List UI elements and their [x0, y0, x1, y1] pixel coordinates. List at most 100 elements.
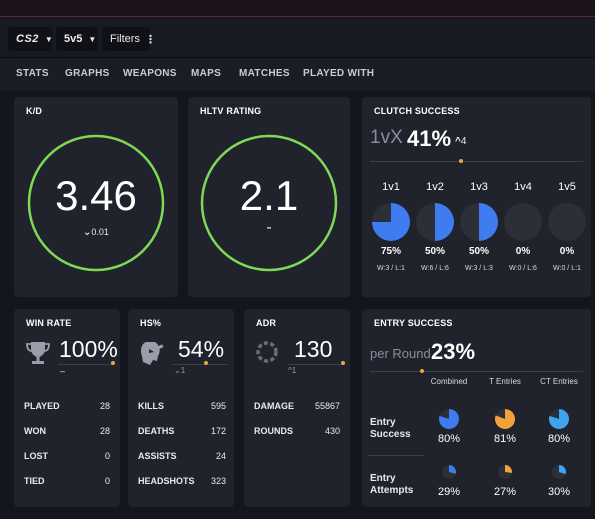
mode-select[interactable]: 5v5 ▼	[56, 27, 98, 51]
kd-card: K/D 3.46 ⌄0.01	[14, 97, 178, 297]
tab-played-with[interactable]: PLAYED WITH	[303, 68, 374, 79]
filter-bar: CS2 ▼ 5v5 ▼ Filters ⋮	[0, 17, 595, 57]
clutch-change-value: 4	[460, 136, 467, 147]
tab-weapons[interactable]: WEAPONS	[123, 68, 177, 79]
entry-title: ENTRY SUCCESS	[374, 318, 453, 328]
stat-value: 0	[104, 451, 110, 461]
entry-col-header: Combined	[430, 377, 468, 386]
stat-value: 24	[215, 451, 226, 461]
entry-pie	[549, 409, 569, 434]
adr-card: ADR 130 ^1 DAMAGE 55867 ROUNDS 430	[244, 309, 350, 507]
mode-label: 5v5	[64, 33, 83, 45]
stat-value: 323	[210, 476, 226, 486]
clutch-col-percent: 50%	[424, 246, 445, 257]
entry-percent: 80%	[547, 433, 571, 445]
clutch-col-record: W:3 / L:3	[465, 265, 493, 272]
clutch-change: ^4	[455, 136, 466, 147]
filters-button[interactable]: Filters ⋮	[102, 27, 156, 51]
entry-pie	[552, 465, 566, 484]
adr-title: ADR	[256, 318, 277, 328]
adr-ring-icon	[256, 341, 278, 363]
hltv-card: HLTV RATING 2.1 -	[188, 97, 350, 297]
clutch-col-record: W:6 / L:6	[421, 265, 449, 272]
more-vertical-icon: ⋮	[144, 33, 156, 46]
entry-percent: 27%	[493, 486, 517, 498]
stat-value: 55867	[314, 401, 340, 411]
stats-nav: STATS GRAPHS WEAPONS MAPS MATCHES PLAYED…	[0, 57, 595, 90]
clutch-pie	[416, 203, 454, 246]
clutch-col-label: 1v3	[470, 181, 488, 193]
game-logo: CS2	[16, 33, 39, 45]
stat-label: WON	[24, 426, 46, 436]
entry-percent: 29%	[437, 486, 461, 498]
entry-marker	[420, 369, 424, 373]
entry-divider	[370, 371, 583, 372]
tab-stats[interactable]: STATS	[16, 68, 49, 79]
stat-value: 28	[99, 426, 110, 436]
clutch-pie	[460, 203, 498, 246]
clutch-marker	[459, 159, 463, 163]
entry-row-label: Entry	[370, 473, 396, 484]
stat-value: 430	[324, 426, 340, 436]
clutch-col-percent: 50%	[468, 246, 489, 257]
tab-maps[interactable]: MAPS	[191, 68, 221, 79]
stat-label: ASSISTS	[138, 451, 177, 461]
clutch-percent: 41%	[407, 126, 452, 151]
adr-change-value: 1	[291, 366, 297, 375]
stat-value: 28	[99, 401, 110, 411]
stat-value: 172	[210, 426, 226, 436]
clutch-divider	[370, 161, 583, 162]
winrate-change: –	[60, 366, 66, 376]
entry-col-header: CT Entries	[540, 377, 578, 386]
hltv-change: -	[266, 219, 272, 236]
kd-change-value: 0.01	[91, 227, 109, 237]
hs-title: HS%	[140, 318, 162, 328]
chevron-down-icon: ▼	[88, 34, 97, 44]
clutch-col-label: 1v2	[426, 181, 444, 193]
clutch-col-label: 1v4	[514, 181, 532, 193]
clutch-col-record: W:0 / L:6	[509, 265, 537, 272]
window-top-strip	[0, 0, 595, 17]
entry-pie	[498, 465, 512, 484]
entry-pie	[495, 409, 515, 434]
hltv-value: 2.1	[239, 172, 299, 219]
tab-graphs[interactable]: GRAPHS	[65, 68, 110, 79]
clutch-pie	[548, 203, 586, 246]
filters-label: Filters	[110, 33, 140, 45]
entry-percent: 80%	[437, 433, 461, 445]
tab-matches[interactable]: MATCHES	[239, 68, 290, 79]
entry-pie	[442, 465, 456, 484]
winrate-divider	[58, 364, 114, 365]
stat-label: DEATHS	[138, 426, 175, 436]
entry-percent: 81%	[493, 433, 517, 445]
winrate-marker	[111, 361, 115, 365]
kd-change: ⌄0.01	[14, 227, 178, 238]
hs-value: 54%	[178, 336, 225, 362]
clutch-col-percent: 0%	[515, 246, 531, 257]
hltv-title: HLTV RATING	[200, 106, 262, 116]
winrate-title: WIN RATE	[26, 318, 72, 328]
clutch-prefix: 1vX	[370, 127, 403, 148]
adr-value: 130	[294, 336, 333, 362]
clutch-col-label: 1v5	[558, 181, 576, 193]
hs-card: HS% 54% ⌄1 KILLS 595 DEATHS 172 ASSISTS 24 HEA…	[128, 309, 234, 507]
adr-change: ^1	[288, 366, 296, 375]
entry-card: ENTRY SUCCESS per Round 23% Combined T En…	[362, 309, 591, 507]
entry-row-divider	[368, 455, 424, 456]
stat-value: 595	[210, 401, 226, 411]
kd-title: K/D	[26, 106, 43, 116]
hs-change: ⌄1	[174, 366, 185, 375]
clutch-col-record: W:3 / L:1	[377, 265, 405, 272]
entry-row-label: Attempts	[370, 485, 414, 496]
clutch-col-record: W:0 / L:1	[553, 265, 581, 272]
kd-value: 3.46	[55, 172, 137, 219]
clutch-col-percent: 75%	[380, 246, 401, 257]
entry-row-label: Success	[370, 429, 411, 440]
adr-marker	[341, 361, 345, 365]
stat-label: DAMAGE	[254, 401, 294, 411]
stat-label: ROUNDS	[254, 426, 294, 436]
chevron-down-icon: ⌄	[174, 366, 181, 375]
game-select[interactable]: CS2 ▼	[8, 27, 53, 51]
entry-pie	[439, 409, 459, 434]
hs-divider	[172, 364, 228, 365]
